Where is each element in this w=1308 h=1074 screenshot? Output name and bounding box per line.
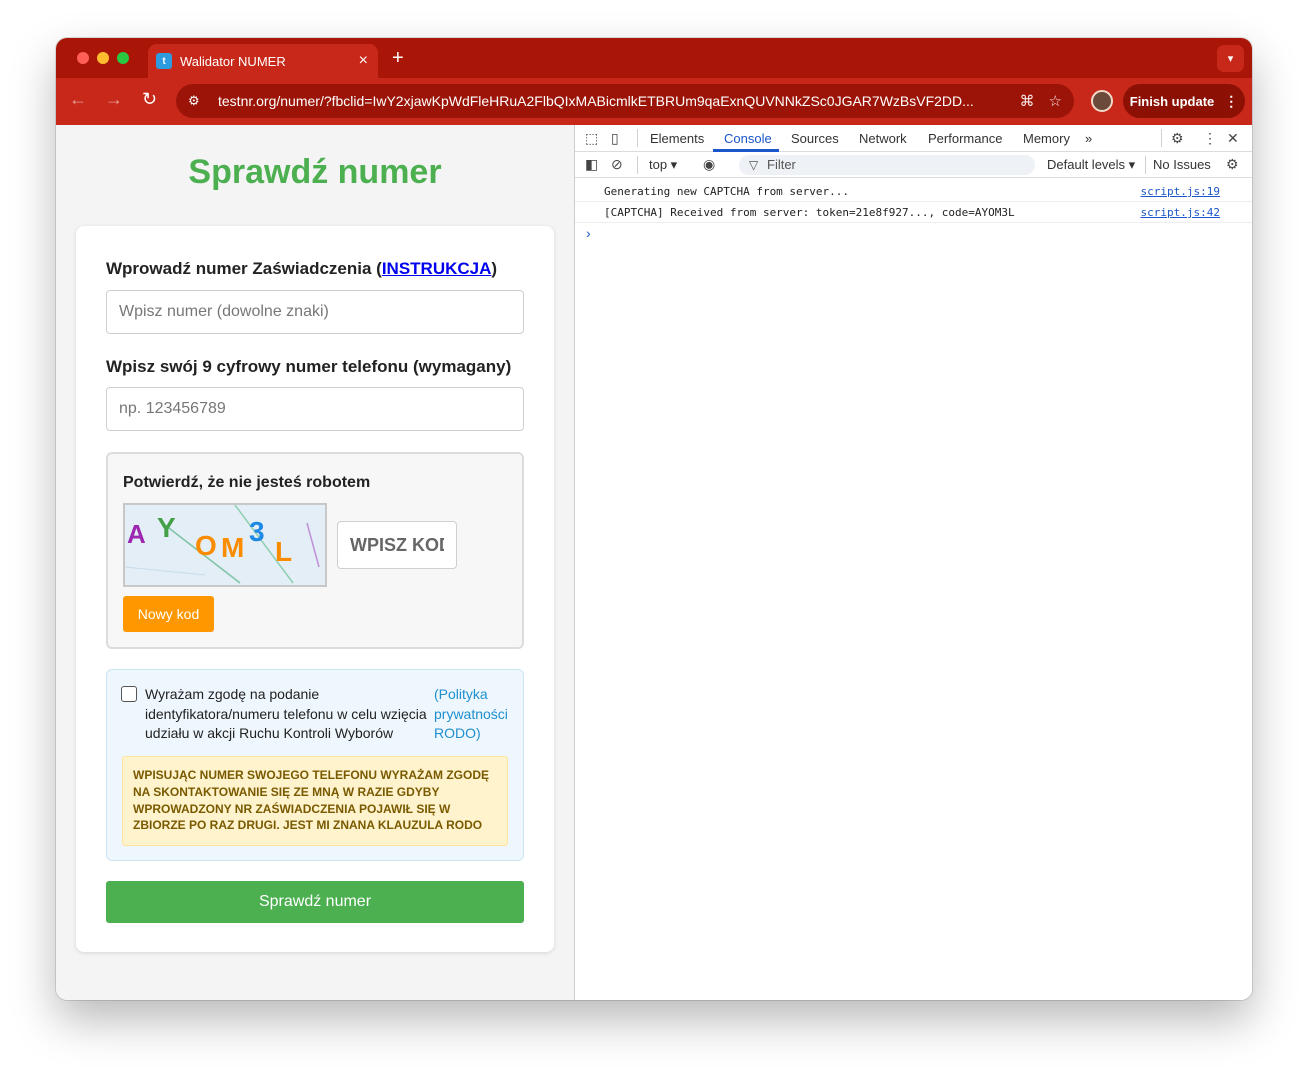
certificate-label-text: Wprowadź numer Zaświadczenia ( xyxy=(106,259,382,278)
tab-sources[interactable]: Sources xyxy=(791,131,839,146)
profile-avatar[interactable] xyxy=(1091,90,1113,112)
filter-icon: ▽ xyxy=(749,158,759,172)
browser-toolbar: ← → ↻ ⚙ testnr.org/numer/?fbclid=IwY2xja… xyxy=(56,78,1252,125)
more-tabs-icon[interactable]: » xyxy=(1085,131,1092,146)
console-message-text: [CAPTCHA] Received from server: token=21… xyxy=(604,206,1015,219)
consent-checkbox[interactable] xyxy=(121,686,137,702)
captcha-section: Potwierdź, że nie jesteś robotem A Y O M… xyxy=(106,452,524,649)
console-source-link[interactable]: script.js:42 xyxy=(1141,206,1220,219)
captcha-code-input[interactable] xyxy=(337,521,457,569)
console-settings-icon[interactable]: ⚙ xyxy=(1226,156,1239,173)
maximize-window-button[interactable] xyxy=(117,52,129,64)
console-filter-input[interactable]: ▽ Filter xyxy=(739,155,1035,175)
console-source-link[interactable]: script.js:19 xyxy=(1141,185,1220,198)
phone-number-input[interactable] xyxy=(106,387,524,431)
address-bar[interactable]: ⚙ testnr.org/numer/?fbclid=IwY2xjawKpWdF… xyxy=(176,84,1074,118)
captcha-char: Y xyxy=(157,512,176,543)
tab-console[interactable]: Console xyxy=(724,131,772,146)
page-viewport: Sprawdź numer Wprowadź numer Zaświadczen… xyxy=(56,125,574,1000)
devtools-menu-icon[interactable]: ⋮ xyxy=(1203,130,1217,147)
menu-dots-icon: ⋮ xyxy=(1224,92,1239,109)
captcha-noise-line xyxy=(306,522,320,568)
submit-button[interactable]: Sprawdź numer xyxy=(106,881,524,923)
browser-tab[interactable]: t Walidator NUMER × xyxy=(148,44,378,78)
captcha-noise-line xyxy=(125,566,206,576)
privacy-policy-link[interactable]: (Polityka prywatności RODO) xyxy=(434,685,514,744)
captcha-title: Potwierdź, że nie jesteś robotem xyxy=(123,474,371,491)
browser-window: t Walidator NUMER × + ▾ ← → ↻ ⚙ testnr.o… xyxy=(56,38,1252,1000)
favicon-icon: t xyxy=(156,53,172,69)
bookmark-star-icon[interactable]: ☆ xyxy=(1049,92,1062,110)
tab-title: Walidator NUMER xyxy=(180,53,286,69)
tab-elements[interactable]: Elements xyxy=(650,131,704,146)
finish-update-label: Finish update xyxy=(1129,93,1215,109)
forward-arrow-icon[interactable]: → xyxy=(105,89,123,110)
console-message-text: Generating new CAPTCHA from server... xyxy=(604,185,850,198)
toolbar-divider xyxy=(637,156,638,174)
translate-icon[interactable]: ⌘ xyxy=(1020,92,1035,110)
instruction-link[interactable]: INSTRUKCJA xyxy=(382,259,492,278)
form-card: Wprowadź numer Zaświadczenia (INSTRUKCJA… xyxy=(76,226,554,952)
reload-icon[interactable]: ↻ xyxy=(142,89,157,110)
eye-icon[interactable]: ◉ xyxy=(703,156,715,173)
tab-search-icon[interactable]: ▾ xyxy=(1217,45,1244,72)
console-message: [CAPTCHA] Received from server: token=21… xyxy=(575,202,1252,223)
filter-placeholder: Filter xyxy=(767,157,796,172)
captcha-char: L xyxy=(275,536,292,567)
console-filter-bar: ◧ ⊘ top ▾ ◉ ▽ Filter Default levels ▾ No… xyxy=(575,152,1252,178)
captcha-char: A xyxy=(127,519,146,549)
devtools-panel: ⬚ ▯ Elements Console Sources Network Per… xyxy=(574,125,1252,1000)
clear-console-icon[interactable]: ⊘ xyxy=(611,156,623,173)
back-arrow-icon[interactable]: ← xyxy=(69,89,87,110)
url-text[interactable]: testnr.org/numer/?fbclid=IwY2xjawKpWdFle… xyxy=(212,93,1006,109)
captcha-char: O xyxy=(195,530,217,561)
tab-memory[interactable]: Memory xyxy=(1023,131,1070,146)
new-code-button[interactable]: Nowy kod xyxy=(123,596,214,632)
consent-text: Wyrażam zgodę na podanie identyfikatora/… xyxy=(145,686,427,741)
captcha-char: 3 xyxy=(249,516,265,547)
captcha-char: M xyxy=(221,532,244,563)
tab-close-icon[interactable]: × xyxy=(359,53,368,69)
new-tab-button[interactable]: + xyxy=(392,47,404,70)
toolbar-divider xyxy=(1145,156,1146,174)
consent-warning: WPISUJĄC NUMER SWOJEGO TELEFONU WYRAŻAM … xyxy=(122,756,508,846)
captcha-image: A Y O M 3 L xyxy=(123,503,327,587)
inspect-element-icon[interactable]: ⬚ xyxy=(585,130,598,147)
devtools-tabbar: ⬚ ▯ Elements Console Sources Network Per… xyxy=(575,125,1252,152)
issues-counter[interactable]: No Issues xyxy=(1153,157,1211,172)
certificate-label-suffix: ) xyxy=(491,259,498,278)
close-window-button[interactable] xyxy=(77,52,89,64)
tab-performance[interactable]: Performance xyxy=(928,131,1002,146)
close-devtools-icon[interactable]: ✕ xyxy=(1227,130,1239,147)
certificate-label: Wprowadź numer Zaświadczenia (INSTRUKCJA… xyxy=(106,259,497,279)
sidebar-toggle-icon[interactable]: ◧ xyxy=(585,156,598,173)
console-prompt-icon[interactable]: › xyxy=(586,225,591,241)
device-toolbar-icon[interactable]: ▯ xyxy=(611,130,619,147)
context-selector[interactable]: top ▾ xyxy=(649,157,677,173)
phone-label: Wpisz swój 9 cyfrowy numer telefonu (wym… xyxy=(106,357,512,376)
toolbar-divider xyxy=(637,129,638,147)
tab-network[interactable]: Network xyxy=(859,131,907,146)
captcha-svg: A Y O M 3 L xyxy=(125,505,320,584)
minimize-window-button[interactable] xyxy=(97,52,109,64)
settings-gear-icon[interactable]: ⚙ xyxy=(1171,130,1184,147)
consent-section: Wyrażam zgodę na podanie identyfikatora/… xyxy=(106,669,524,861)
finish-update-button[interactable]: Finish update ⋮ xyxy=(1123,84,1245,118)
certificate-number-input[interactable] xyxy=(106,290,524,334)
tab-strip: t Walidator NUMER × + ▾ xyxy=(56,38,1252,78)
site-info-icon[interactable]: ⚙ xyxy=(188,93,212,109)
page-title: Sprawdź numer xyxy=(188,153,442,191)
console-message: Generating new CAPTCHA from server... sc… xyxy=(575,181,1252,202)
toolbar-divider xyxy=(1161,129,1162,147)
log-levels-dropdown[interactable]: Default levels ▾ xyxy=(1047,157,1135,173)
